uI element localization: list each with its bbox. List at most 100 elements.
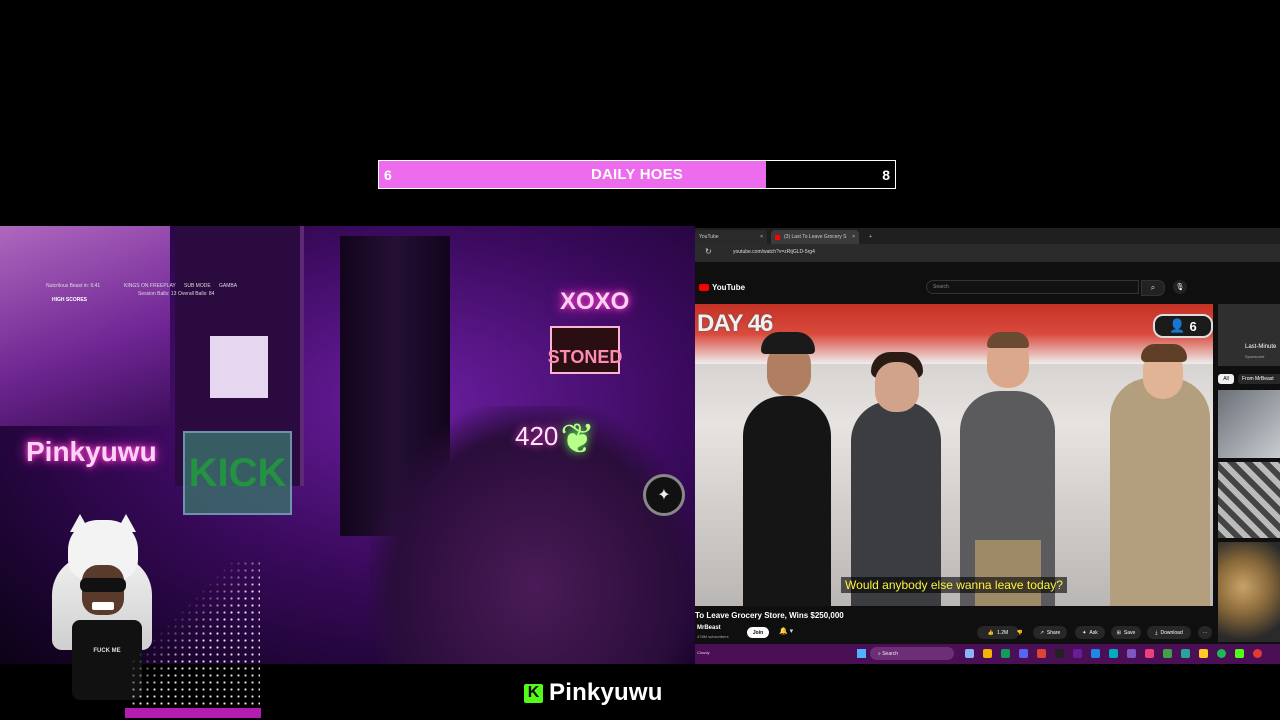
taskbar-search-label: Search (882, 650, 899, 657)
search-icon[interactable]: ⌕ (1141, 280, 1165, 296)
kick-sign: KICK (183, 431, 292, 515)
filter-chip-from-channel[interactable]: From MrBeast (1238, 374, 1280, 384)
scoreboard-title: Nutcrilous Beast in: 6:41 (46, 283, 101, 289)
spotify-icon[interactable] (1217, 649, 1226, 658)
app-icon[interactable] (1163, 649, 1172, 658)
goal-current: 6 (384, 166, 392, 183)
person-hair (987, 332, 1029, 348)
dot-pattern-decoration (130, 560, 260, 710)
avatar-sunglasses (80, 578, 126, 592)
person-head (875, 362, 919, 412)
recommendations-sidebar: Last-Minute Sponsored All From MrBeast (1218, 304, 1280, 644)
discord-icon[interactable] (1019, 649, 1028, 658)
scoreboard-label: SUB MODE (184, 283, 211, 289)
obs-icon[interactable] (1055, 649, 1064, 658)
recommended-video-thumbnail[interactable] (1218, 462, 1280, 538)
pinball-footer-strip (125, 708, 261, 718)
app-icon[interactable] (1073, 649, 1082, 658)
ask-button[interactable]: ✦ Ask (1075, 626, 1105, 639)
new-tab-button[interactable]: + (865, 230, 877, 244)
app-icon[interactable] (1181, 649, 1190, 658)
tab-active-video[interactable]: (3) Last To Leave Grocery S × (771, 230, 859, 244)
address-bar[interactable]: ↻ youtube.com/watch?v=zRtjGLD-5rg4 (695, 244, 1280, 262)
youtube-play-icon (699, 284, 709, 291)
tab-youtube[interactable]: YouTube × (695, 230, 767, 244)
goal-target: 8 (882, 166, 890, 183)
download-button[interactable]: ⤓ Download (1147, 626, 1191, 639)
neon-sign-pinkyuwu: Pinkyuwu (26, 436, 157, 467)
youtube-logo[interactable]: YouTube (699, 283, 745, 292)
search-input[interactable]: Search (926, 280, 1139, 294)
weather-widget[interactable]: Cloudy (697, 650, 709, 655)
neon-sign-stoned: STONED (548, 326, 622, 374)
recommended-video-thumbnail[interactable] (1218, 542, 1280, 642)
ask-icon: ✦ (1082, 629, 1087, 636)
person-pants (975, 540, 1041, 606)
kick-logo-icon: K (524, 683, 543, 703)
goal-title: DAILY HOES (590, 166, 684, 183)
app-icon[interactable] (1253, 649, 1262, 658)
join-button[interactable]: Join (747, 627, 769, 638)
pinball-scoreboard: Nutcrilous Beast in: 6:41 HIGH SCORES KI… (30, 283, 245, 343)
scoreboard-label: GAMBA (219, 283, 238, 289)
download-icon: ⤓ (1155, 629, 1158, 636)
dislike-button[interactable]: 👎 (1013, 626, 1027, 639)
person-icon: 👤 (1169, 318, 1186, 333)
person-hair (1141, 344, 1187, 362)
save-icon: ⊞ (1116, 629, 1121, 636)
channel-name: Pinkyuwu (549, 679, 663, 706)
close-icon[interactable]: × (852, 234, 855, 240)
refresh-icon[interactable]: ↻ (705, 247, 712, 256)
caption-text: Would anybody else wanna leave today? (841, 577, 1067, 593)
ask-label: Ask (1089, 629, 1098, 636)
daily-goal-bar: DAILY HOES 6 8 (378, 160, 896, 189)
person-cap (761, 332, 815, 354)
file-explorer-icon[interactable] (983, 649, 992, 658)
microphone-icon[interactable]: 🎙 (1173, 280, 1187, 294)
headphone-logo-icon: ✦ (643, 474, 685, 516)
neon-sign-xoxo: XOXO (560, 288, 630, 315)
wall-poster (210, 336, 268, 398)
task-view-icon[interactable] (965, 649, 974, 658)
app-icon[interactable] (1127, 649, 1136, 658)
app-icon[interactable] (1145, 649, 1154, 658)
bell-icon[interactable]: 🔔 ▾ (779, 627, 793, 635)
more-options-icon[interactable]: ⋯ (1198, 626, 1212, 639)
video-day-overlay: DAY 46 (697, 310, 773, 337)
share-button[interactable]: ↗ Share (1033, 626, 1067, 639)
taskbar-search-input[interactable]: ⌕ Search (870, 647, 954, 660)
windows-taskbar: Cloudy ⌕ Search (695, 644, 1280, 664)
windows-start-icon[interactable] (857, 649, 866, 658)
scoreboard-label: FREEPLAY (150, 283, 176, 289)
app-icon[interactable] (1091, 649, 1100, 658)
tab-label: YouTube (699, 234, 719, 240)
youtube-favicon-icon (775, 234, 780, 240)
person-tan-hoodie (1110, 378, 1210, 606)
channel-branding: K Pinkyuwu (524, 679, 663, 707)
avatar-mouth (92, 602, 114, 610)
youtube-logo-text: YouTube (712, 283, 746, 292)
chrome-icon[interactable] (1037, 649, 1046, 658)
dislike-icon: 👎 (1016, 629, 1024, 636)
like-count: 1.2M (997, 629, 1009, 636)
app-icon[interactable] (1001, 649, 1010, 658)
app-icon[interactable] (1199, 649, 1208, 658)
save-button[interactable]: ⊞ Save (1111, 626, 1141, 639)
kick-icon[interactable] (1235, 649, 1244, 658)
video-player[interactable]: DAY 46 👤 6 Would anybody else wanna leav… (695, 304, 1213, 606)
subscriber-count: 478M subscribers (697, 634, 729, 639)
app-icon[interactable] (1109, 649, 1118, 658)
like-icon: 👍 (987, 629, 995, 636)
share-icon: ↗ (1039, 629, 1044, 636)
players-remaining-count: 6 (1189, 318, 1197, 334)
download-label: Download (1160, 629, 1183, 636)
scoreboard-overall-balls: Overall Balls: 84 (178, 291, 215, 297)
players-remaining-badge: 👤 6 (1153, 314, 1213, 338)
filter-chip-all[interactable]: All (1218, 374, 1234, 384)
recommended-video-thumbnail[interactable] (1218, 390, 1280, 458)
close-icon[interactable]: × (760, 234, 763, 240)
browser-window: YouTube × (3) Last To Leave Grocery S × … (695, 228, 1280, 664)
video-title: To Leave Grocery Store, Wins $250,000 (695, 611, 844, 620)
video-channel-name[interactable]: MrBeast (697, 625, 721, 631)
save-label: Save (1123, 629, 1136, 636)
